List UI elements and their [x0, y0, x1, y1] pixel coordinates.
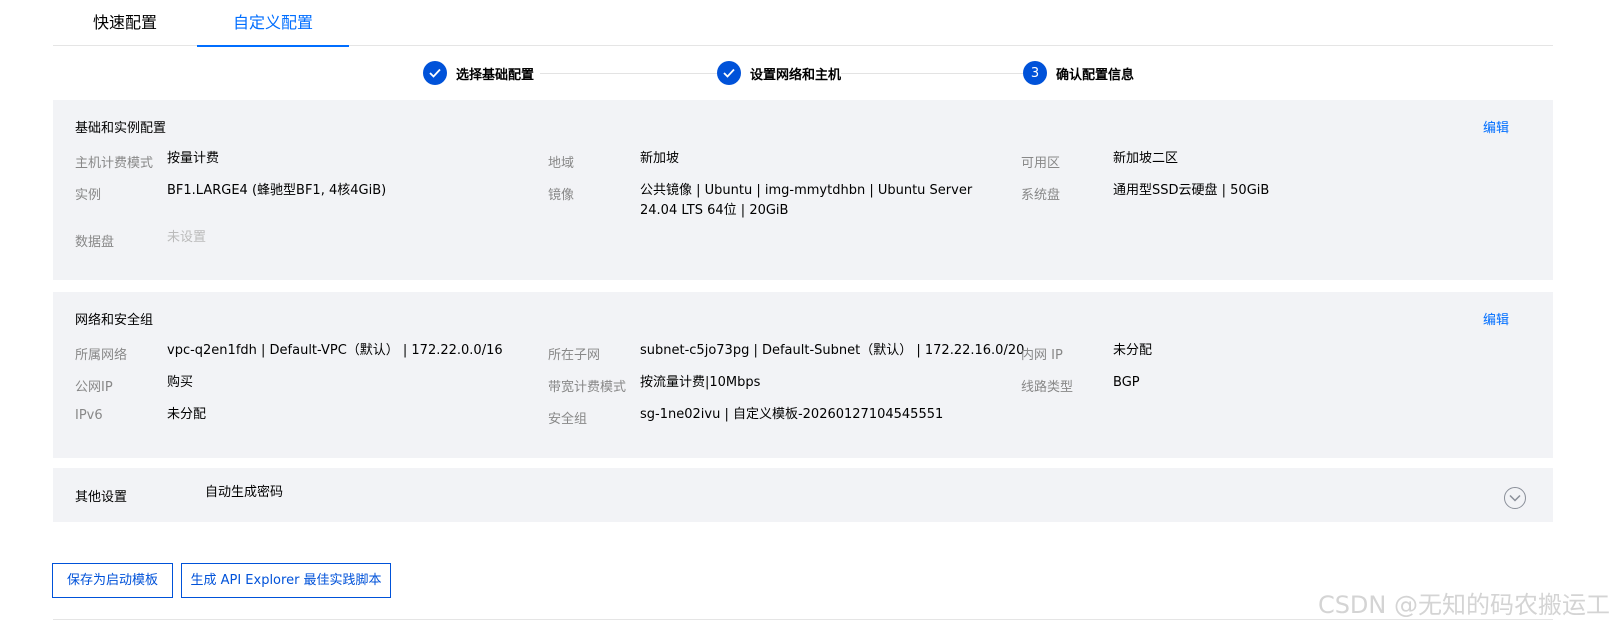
- step-indicator: 选择基础配置 设置网络和主机 3 确认配置信息: [0, 60, 1618, 90]
- field-value: 通用型SSD云硬盘 | 50GiB: [1113, 183, 1270, 198]
- step-2: 设置网络和主机: [717, 60, 841, 86]
- panel-title: 网络和安全组: [75, 313, 154, 328]
- step-number: 3: [1023, 61, 1047, 85]
- step-3: 3 确认配置信息: [1023, 60, 1134, 86]
- check-icon: [423, 61, 447, 85]
- field-label: 带宽计费模式: [548, 380, 627, 395]
- field-label: 线路类型: [1021, 380, 1074, 395]
- field-value: 新加坡二区: [1113, 151, 1179, 166]
- field-label: 镜像: [548, 188, 575, 203]
- check-icon: [717, 61, 741, 85]
- step-label: 选择基础配置: [456, 67, 535, 83]
- step-1: 选择基础配置: [423, 60, 534, 86]
- field-value: 未分配: [167, 407, 207, 422]
- edit-network-link[interactable]: 编辑: [1483, 309, 1509, 328]
- chevron-down-icon[interactable]: [1504, 487, 1526, 509]
- generate-script-button[interactable]: 生成 API Explorer 最佳实践脚本: [181, 563, 391, 598]
- field-value: BGP: [1113, 375, 1140, 390]
- field-label: 主机计费模式: [75, 156, 154, 171]
- watermark: CSDN @无知的码农搬运工: [1317, 591, 1610, 619]
- field-label: 数据盘: [75, 235, 115, 250]
- tab-quick-config[interactable]: 快速配置: [53, 0, 197, 46]
- panel-title: 基础和实例配置: [75, 121, 167, 136]
- field-label: 实例: [75, 188, 102, 203]
- field-label: 所在子网: [548, 348, 601, 363]
- field-label: 地域: [548, 156, 575, 171]
- panel-title: 其他设置: [75, 490, 128, 505]
- save-template-button[interactable]: 保存为启动模板: [52, 563, 173, 598]
- step-label: 设置网络和主机: [750, 67, 842, 83]
- field-value: sg-1ne02ivu | 自定义模板-20260127104545551: [640, 407, 944, 422]
- step-label: 确认配置信息: [1056, 67, 1135, 83]
- step-connector: [841, 73, 1023, 74]
- config-tabs: 快速配置 自定义配置: [53, 0, 1553, 47]
- field-value: subnet-c5jo73pg | Default-Subnet（默认） | 1…: [640, 343, 1025, 358]
- field-value: 公共镜像 | Ubuntu | img-mmytdhbn | Ubuntu Se…: [640, 183, 973, 218]
- field-value: 自动生成密码: [205, 485, 284, 500]
- basic-config-panel: 基础和实例配置 编辑 主机计费模式 按量计费 地域 新加坡 可用区 新加坡二区 …: [53, 100, 1553, 280]
- field-label: 公网IP: [75, 380, 113, 395]
- field-label: IPv6: [75, 408, 103, 423]
- tab-custom-config[interactable]: 自定义配置: [197, 0, 349, 47]
- field-value: 未分配: [1113, 343, 1153, 358]
- field-label: 所属网络: [75, 348, 128, 363]
- field-value: 新加坡: [640, 151, 680, 166]
- step-connector: [540, 73, 717, 74]
- field-value: vpc-q2en1fdh | Default-VPC（默认） | 172.22.…: [167, 343, 503, 358]
- field-value: BF1.LARGE4 (蜂驰型BF1, 4核4GiB): [167, 183, 387, 198]
- other-settings-panel[interactable]: 其他设置 自动生成密码: [53, 468, 1553, 522]
- field-label: 系统盘: [1021, 188, 1061, 203]
- field-value: 按流量计费|10Mbps: [640, 375, 761, 390]
- field-value: 按量计费: [167, 151, 220, 166]
- field-value: 购买: [167, 375, 194, 390]
- field-label: 内网 IP: [1021, 348, 1063, 363]
- field-label: 安全组: [548, 412, 588, 427]
- network-config-panel: 网络和安全组 编辑 所属网络 vpc-q2en1fdh | Default-VP…: [53, 292, 1553, 458]
- field-label: 可用区: [1021, 156, 1061, 171]
- field-value: 未设置: [167, 230, 207, 245]
- confirm-config-page: 快速配置 自定义配置 选择基础配置 设置网络和主机 3 确认配置信息 基础和实例…: [0, 0, 1618, 630]
- edit-basic-link[interactable]: 编辑: [1483, 117, 1509, 136]
